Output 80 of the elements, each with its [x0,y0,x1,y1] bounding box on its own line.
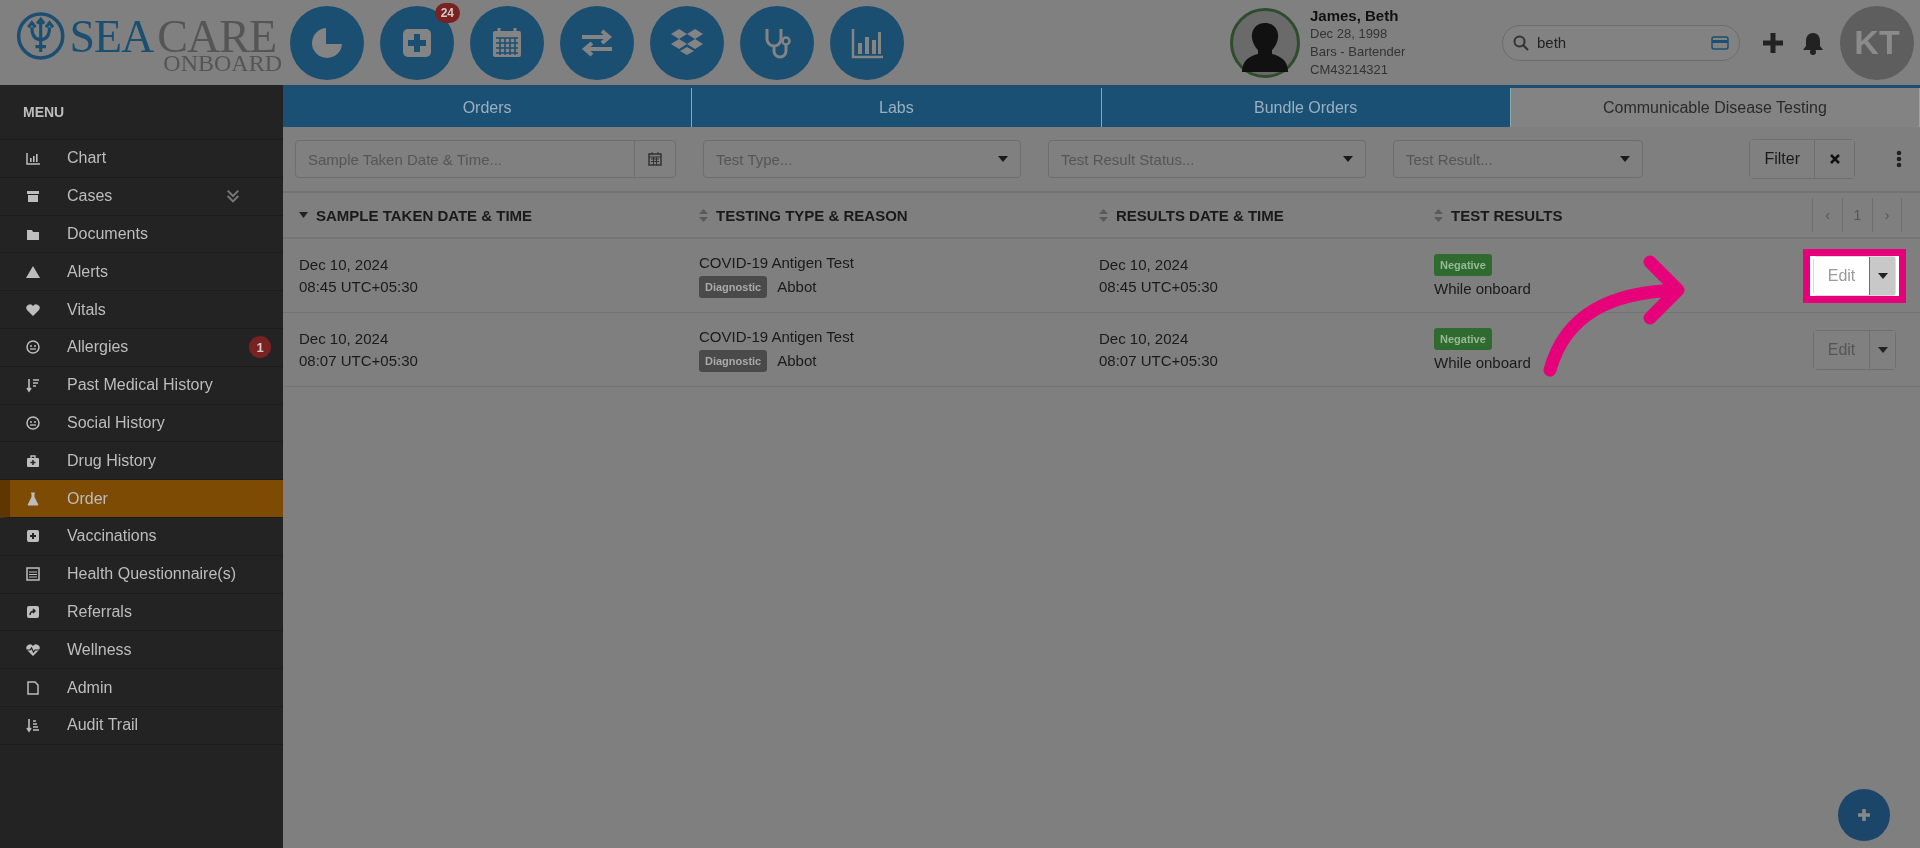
tab[interactable]: Orders [283,88,693,127]
column-header[interactable]: SAMPLE TAKEN DATE & TIME [299,206,699,224]
menu-item-icon [25,452,41,469]
caret-icon [1620,156,1630,162]
more-options-icon[interactable] [1896,150,1902,168]
sidebar-item[interactable]: Chart [0,140,283,178]
sidebar-item[interactable]: Past Medical History [0,366,283,405]
menu-item-icon [25,717,41,734]
table-cell-text: 08:45 UTC+05:30 [299,277,419,296]
menu-item-icon [25,377,41,394]
column-header[interactable]: RESULTS DATE & TIME [1099,206,1434,224]
test-name: COVID-19 Antigen Test [699,327,855,346]
sidebar-item[interactable]: Allergies 1 [0,329,283,367]
caret-icon [1877,346,1888,353]
menu-item-icon [25,301,41,318]
sidebar-item[interactable]: Vaccinations [0,517,283,556]
sidebar-item[interactable]: Admin [0,669,283,707]
menu-item-icon [25,490,41,507]
reason-tag: Diagnostic [699,275,768,298]
table-cell-text: 08:07 UTC+05:30 [299,351,419,370]
search-field[interactable]: beth [1502,24,1740,61]
reason-tag: Diagnostic [699,349,768,372]
sidebar-item[interactable]: Order [0,480,283,518]
menu-item-icon [25,339,41,356]
dropdown-toggle-button[interactable] [1869,256,1895,295]
sidebar-item[interactable]: Documents [0,215,283,254]
sidebar-item[interactable]: Wellness [0,631,283,670]
menu-item-icon [25,566,41,583]
table-cell-text: Dec 10, 2024 [299,329,390,348]
add-icon[interactable] [1762,31,1784,54]
menu-item-icon [25,679,41,696]
sidebar-item[interactable]: Audit Trail [0,706,283,745]
table-cell-text: Dec 10, 2024 [299,255,390,274]
tab[interactable]: Bundle Orders [1101,88,1511,127]
notification-badge: 24 [434,2,460,23]
sidebar-item[interactable]: Vitals [0,291,283,329]
result-context: While onboard [1434,279,1532,298]
table-cell-text: Dec 10, 2024 [1099,255,1190,274]
menu-item-icon [25,528,41,545]
column-header[interactable]: TESTING TYPE & REASON [699,206,1099,224]
table-cell-text: 08:45 UTC+05:30 [1099,277,1219,296]
caret-icon [1877,272,1888,279]
menu-item-icon [25,603,41,620]
caret-icon [1343,156,1353,162]
patient-id: CM43214321 [1310,60,1390,79]
logo-text: SEA [69,9,154,63]
search-icon [1513,34,1529,51]
result-context: While onboard [1434,353,1532,372]
plus-icon [1857,808,1871,822]
patient-dob: Dec 28, 1998 [1310,24,1389,43]
bell-icon[interactable] [1802,30,1824,55]
menu-item-icon [25,150,41,167]
caret-icon [998,156,1008,162]
table-cell-text: 08:07 UTC+05:30 [1099,351,1219,370]
column-header[interactable]: TEST RESULTS [1434,206,1812,224]
sidebar-item[interactable]: Alerts [0,253,283,292]
result-tag: Negative [1434,327,1492,350]
result-tag: Negative [1434,253,1492,276]
tab[interactable]: Communicable Disease Testing [1510,88,1920,127]
manufacturer-name: Abbot [777,277,817,296]
tab[interactable]: Labs [692,88,1102,127]
menu-item-icon [25,641,41,658]
patient-occupation: Bars - Bartender [1310,42,1407,61]
calendar-icon[interactable] [648,152,662,166]
close-icon [1829,154,1840,164]
count-badge: 1 [249,336,271,359]
clear-button[interactable] [1814,140,1854,178]
sidebar-item[interactable]: Social History [0,404,283,443]
add-button[interactable] [1838,789,1890,841]
sidebar-item[interactable]: Health Questionnaire(s) [0,555,283,594]
sidebar-item[interactable]: Referrals [0,593,283,632]
card-icon[interactable] [1711,35,1729,50]
patient-name: James, Beth [1310,6,1400,25]
sidebar-item[interactable]: Cases [0,177,283,216]
menu-item-icon [25,188,41,205]
table-cell-text: Dec 10, 2024 [1099,329,1190,348]
test-name: COVID-19 Antigen Test [699,253,855,272]
manufacturer-name: Abbot [777,351,817,370]
dropdown-toggle-button[interactable] [1869,330,1895,369]
menu-item-icon [25,414,41,431]
